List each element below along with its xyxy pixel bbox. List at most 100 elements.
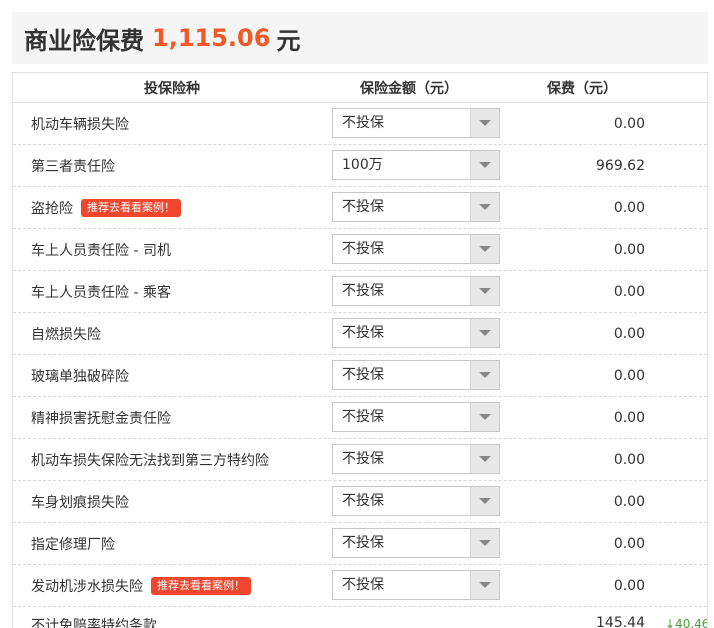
row-name-cell: 车上人员责任险 - 乘客 bbox=[31, 271, 171, 312]
row-fee: 145.44 bbox=[596, 615, 645, 628]
select-value: 不投保 bbox=[342, 409, 384, 425]
row-fee: 0.00 bbox=[613, 535, 645, 552]
row-name-cell: 机动车辆损失险 bbox=[31, 103, 129, 144]
row-name-cell: 车上人员责任险 - 司机 bbox=[31, 229, 171, 270]
row-fee: 0.00 bbox=[613, 325, 645, 342]
select-value: 不投保 bbox=[342, 535, 384, 551]
row-fee: 0.00 bbox=[613, 283, 645, 300]
row-name: 机动车辆损失险 bbox=[31, 116, 129, 133]
premium-amount: 1,115.06 bbox=[152, 24, 271, 52]
chevron-down-icon[interactable] bbox=[470, 445, 499, 473]
table-row: 机动车损失保险无法找到第三方特约险 不投保 0.00 bbox=[13, 439, 707, 481]
row-fee: 0.00 bbox=[613, 577, 645, 594]
row-name-cell: 车身划痕损失险 bbox=[31, 481, 129, 522]
row-name: 盗抢险 bbox=[31, 200, 73, 217]
select-value: 不投保 bbox=[342, 577, 384, 593]
coverage-amount-select[interactable]: 100万 bbox=[332, 150, 500, 180]
table-row: 发动机涉水损失险 推荐去看看案例！ 不投保 0.00 bbox=[13, 565, 707, 607]
column-header-amount: 保险金额（元） bbox=[360, 80, 458, 97]
premium-header: 商业险保费 1,115.06 元 bbox=[12, 12, 708, 64]
row-name: 车上人员责任险 - 乘客 bbox=[31, 284, 171, 301]
select-value: 100万 bbox=[342, 157, 383, 173]
table-row: 车上人员责任险 - 司机 不投保 0.00 bbox=[13, 229, 707, 271]
table-row: 玻璃单独破碎险 不投保 0.00 bbox=[13, 355, 707, 397]
table-row: 自燃损失险 不投保 0.00 bbox=[13, 313, 707, 355]
row-name-cell: 第三者责任险 bbox=[31, 145, 115, 186]
coverage-amount-select[interactable]: 不投保 bbox=[332, 444, 500, 474]
row-name: 精神损害抚慰金责任险 bbox=[31, 410, 171, 427]
row-name-cell: 发动机涉水损失险 推荐去看看案例！ bbox=[31, 565, 251, 606]
row-fee: 0.00 bbox=[613, 115, 645, 132]
row-fee: 0.00 bbox=[613, 199, 645, 216]
coverage-amount-select[interactable]: 不投保 bbox=[332, 192, 500, 222]
chevron-down-icon[interactable] bbox=[470, 403, 499, 431]
chevron-down-icon[interactable] bbox=[470, 151, 499, 179]
chevron-down-icon[interactable] bbox=[470, 319, 499, 347]
row-fee: 0.00 bbox=[613, 409, 645, 426]
row-fee: 0.00 bbox=[613, 367, 645, 384]
row-name-cell: 指定修理厂险 bbox=[31, 523, 115, 564]
chevron-down-icon[interactable] bbox=[470, 109, 499, 137]
row-fee: 0.00 bbox=[613, 451, 645, 468]
table-body: 机动车辆损失险 不投保 0.00 第三者责任险 100万 969.62 盗抢险 推荐去看看案例… bbox=[13, 103, 707, 607]
insurance-table: 投保险种 保险金额（元） 保费（元） 机动车辆损失险 不投保 0.00 第三者责任险 1… bbox=[12, 72, 708, 628]
select-value: 不投保 bbox=[342, 493, 384, 509]
coverage-amount-select[interactable]: 不投保 bbox=[332, 234, 500, 264]
chevron-down-icon[interactable] bbox=[470, 193, 499, 221]
coverage-amount-select[interactable]: 不投保 bbox=[332, 360, 500, 390]
select-value: 不投保 bbox=[342, 367, 384, 383]
recommend-case-badge[interactable]: 推荐去看看案例！ bbox=[151, 576, 251, 595]
row-name: 车身划痕损失险 bbox=[31, 494, 129, 511]
select-value: 不投保 bbox=[342, 283, 384, 299]
coverage-amount-select[interactable]: 不投保 bbox=[332, 570, 500, 600]
row-name: 车上人员责任险 - 司机 bbox=[31, 242, 171, 259]
table-row-deductible: 不计免赔率特约条款 145.44 ↓40.46 bbox=[13, 607, 707, 628]
column-header-type: 投保险种 bbox=[144, 80, 200, 97]
header-title: 商业险保费 bbox=[24, 26, 144, 55]
row-name-cell: 精神损害抚慰金责任险 bbox=[31, 397, 171, 438]
table-row: 车身划痕损失险 不投保 0.00 bbox=[13, 481, 707, 523]
chevron-down-icon[interactable] bbox=[470, 277, 499, 305]
row-name: 机动车损失保险无法找到第三方特约险 bbox=[31, 452, 269, 469]
coverage-amount-select[interactable]: 不投保 bbox=[332, 402, 500, 432]
table-header: 投保险种 保险金额（元） 保费（元） bbox=[13, 73, 707, 103]
chevron-down-icon[interactable] bbox=[470, 529, 499, 557]
row-fee: 0.00 bbox=[613, 241, 645, 258]
row-name-cell: 盗抢险 推荐去看看案例！ bbox=[31, 187, 181, 228]
row-name-cell: 机动车损失保险无法找到第三方特约险 bbox=[31, 439, 269, 480]
chevron-down-icon[interactable] bbox=[470, 361, 499, 389]
row-name-cell: 玻璃单独破碎险 bbox=[31, 355, 129, 396]
table-row: 指定修理厂险 不投保 0.00 bbox=[13, 523, 707, 565]
row-name: 指定修理厂险 bbox=[31, 536, 115, 553]
select-value: 不投保 bbox=[342, 325, 384, 341]
row-name: 玻璃单独破碎险 bbox=[31, 368, 129, 385]
select-value: 不投保 bbox=[342, 199, 384, 215]
row-name: 不计免赔率特约条款 bbox=[31, 618, 157, 628]
select-value: 不投保 bbox=[342, 451, 384, 467]
select-value: 不投保 bbox=[342, 241, 384, 257]
coverage-amount-select[interactable]: 不投保 bbox=[332, 318, 500, 348]
chevron-down-icon[interactable] bbox=[470, 235, 499, 263]
table-row: 盗抢险 推荐去看看案例！ 不投保 0.00 bbox=[13, 187, 707, 229]
coverage-amount-select[interactable]: 不投保 bbox=[332, 108, 500, 138]
column-header-fee: 保费（元） bbox=[547, 80, 617, 97]
row-fee: 0.00 bbox=[613, 493, 645, 510]
recommend-case-badge[interactable]: 推荐去看看案例！ bbox=[81, 198, 181, 217]
chevron-down-icon[interactable] bbox=[470, 571, 499, 599]
coverage-amount-select[interactable]: 不投保 bbox=[332, 528, 500, 558]
coverage-amount-select[interactable]: 不投保 bbox=[332, 486, 500, 516]
row-name: 发动机涉水损失险 bbox=[31, 578, 143, 595]
row-name-cell: 自燃损失险 bbox=[31, 313, 101, 354]
chevron-down-icon[interactable] bbox=[470, 487, 499, 515]
table-row: 精神损害抚慰金责任险 不投保 0.00 bbox=[13, 397, 707, 439]
row-fee: 969.62 bbox=[596, 157, 645, 174]
table-row: 第三者责任险 100万 969.62 bbox=[13, 145, 707, 187]
discount-value: ↓40.46 bbox=[665, 617, 708, 628]
row-name: 自燃损失险 bbox=[31, 326, 101, 343]
premium-unit: 元 bbox=[276, 26, 301, 55]
coverage-amount-select[interactable]: 不投保 bbox=[332, 276, 500, 306]
select-value: 不投保 bbox=[342, 115, 384, 131]
row-name: 第三者责任险 bbox=[31, 158, 115, 175]
table-row: 机动车辆损失险 不投保 0.00 bbox=[13, 103, 707, 145]
table-row: 车上人员责任险 - 乘客 不投保 0.00 bbox=[13, 271, 707, 313]
